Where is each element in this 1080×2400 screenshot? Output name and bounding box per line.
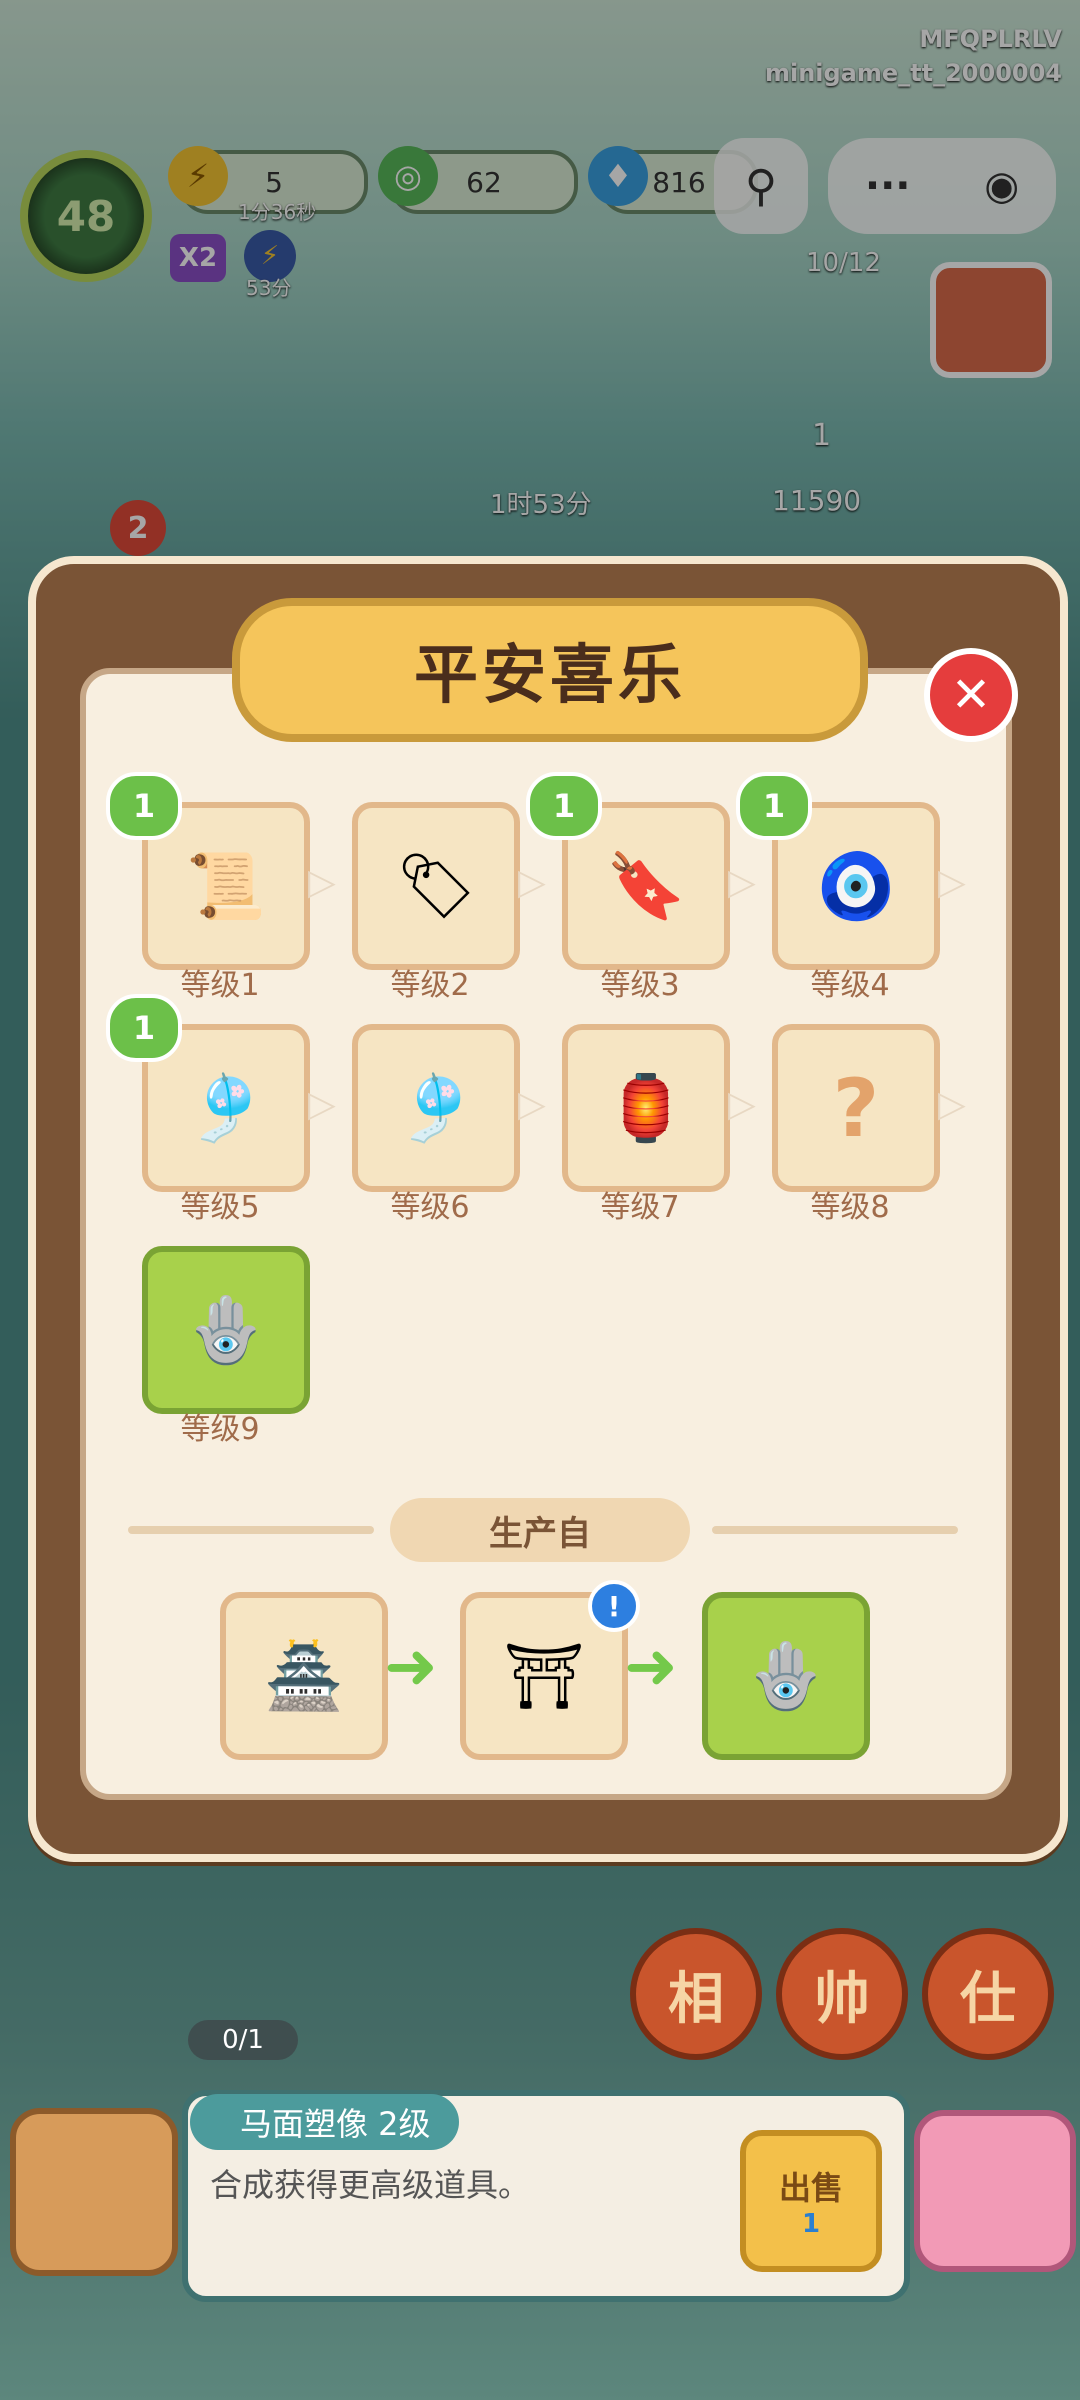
level-6-tile[interactable]: 🎐 [352, 1024, 520, 1192]
section-divider-right [712, 1526, 958, 1534]
level-9-tile[interactable]: 🪬 [142, 1246, 310, 1414]
gold-jade-amulet-icon: 🪬 [746, 1639, 826, 1714]
sell-price: 1 [801, 2209, 821, 2239]
board-piece[interactable]: 相 [630, 1928, 762, 2060]
item-counter-label: 0/1 [222, 2025, 264, 2055]
count-badge: 1 [526, 772, 602, 840]
alert-icon: ! [607, 1589, 621, 1623]
item-counter: 0/1 [188, 2020, 298, 2060]
chevron-right-icon: ▷ [938, 861, 966, 903]
board-piece[interactable]: 仕 [922, 1928, 1054, 2060]
producer-temple-tile[interactable]: 🏯 [220, 1592, 388, 1760]
board-piece[interactable]: 帅 [776, 1928, 908, 2060]
chevron-right-icon: ▷ [728, 861, 756, 903]
level-label: 等级8 [810, 1190, 890, 1225]
level-label: 等级3 [600, 968, 680, 1003]
blue-tassel-amulet-icon: 🎐 [396, 1071, 476, 1146]
level-label: 等级4 [810, 968, 890, 1003]
teal-tassel-amulet-icon: 🎐 [186, 1071, 266, 1146]
arrow-right-icon: ➜ [624, 1630, 678, 1704]
storage-box-button[interactable] [10, 2108, 178, 2276]
chevron-right-icon: ▷ [518, 1083, 546, 1125]
golden-purple-amulet-icon: 🏮 [606, 1071, 686, 1146]
product-amulet-tile[interactable]: 🪬 [702, 1592, 870, 1760]
level-7-tile[interactable]: 🏮 [562, 1024, 730, 1192]
board-piece-label: 相 [668, 1966, 724, 2032]
count-badge: 1 [736, 772, 812, 840]
item-name: 马面塑像 2级 [190, 2094, 459, 2150]
chevron-right-icon: ▷ [728, 1083, 756, 1125]
item-description: 合成获得更高级道具。 [210, 2166, 531, 2204]
board-piece-label: 仕 [960, 1966, 1016, 2032]
close-icon: ✕ [950, 667, 992, 723]
section-title: 生产自 [390, 1498, 690, 1562]
count-badge: 1 [106, 994, 182, 1062]
wooden-amulet-icon: 🔖 [606, 849, 686, 924]
modal-title: 平安喜乐 [232, 598, 868, 742]
paper-talisman-icon: 📜 [186, 849, 266, 924]
shrine-stall-icon: ⛩ [503, 1639, 585, 1714]
chevron-right-icon: ▷ [308, 861, 336, 903]
level-label: 等级5 [180, 1190, 260, 1225]
chevron-right-icon: ▷ [308, 1083, 336, 1125]
close-button[interactable]: ✕ [924, 648, 1018, 742]
unknown-question-icon: ? [832, 1061, 880, 1155]
map-button[interactable] [914, 2110, 1076, 2272]
level-label: 等级7 [600, 1190, 680, 1225]
alert-badge: ! [588, 1580, 640, 1632]
level-label: 等级9 [180, 1412, 260, 1447]
level-label: 等级2 [390, 968, 470, 1003]
arrow-right-icon: ➜ [384, 1630, 438, 1704]
temple-building-icon: 🏯 [264, 1639, 344, 1714]
count-badge: 1 [106, 772, 182, 840]
sell-label: 出售 [778, 2169, 843, 2207]
section-divider-left [128, 1526, 374, 1534]
wooden-tag-icon: 🏷 [395, 849, 477, 924]
sell-button[interactable]: 出售 1 [740, 2130, 882, 2272]
level-2-tile[interactable]: 🏷 [352, 802, 520, 970]
level-8-tile[interactable]: ? [772, 1024, 940, 1192]
chevron-right-icon: ▷ [518, 861, 546, 903]
level-label: 等级6 [390, 1190, 470, 1225]
chevron-right-icon: ▷ [938, 1083, 966, 1125]
board-piece-label: 帅 [814, 1966, 870, 2032]
gold-jade-amulet-icon: 🪬 [186, 1293, 266, 1368]
tasseled-amulet-icon: 🧿 [816, 849, 896, 924]
